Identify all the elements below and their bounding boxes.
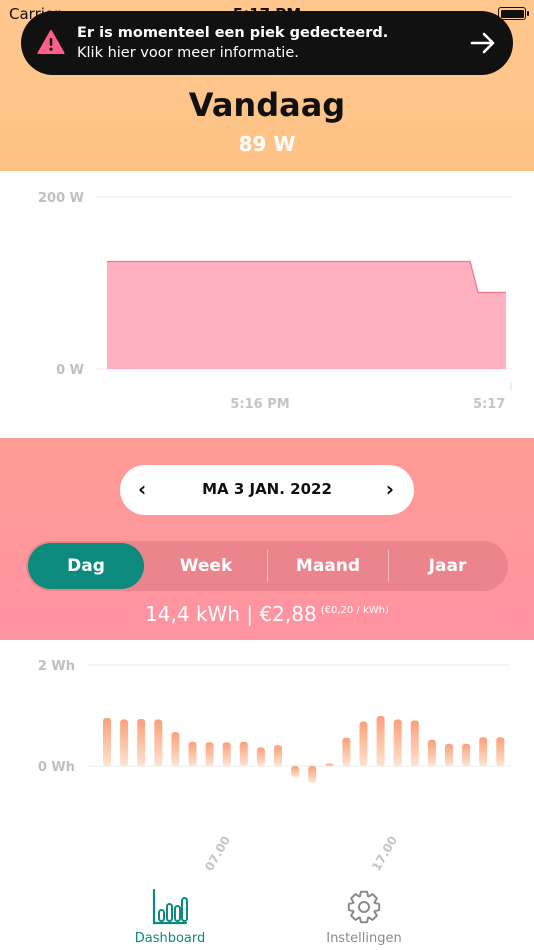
warning-icon [37,30,65,54]
x-tick-label: 07.00 [202,834,233,874]
period-controls: ‹ MA 3 JAN. 2022 › Dag Week Maand Jaar 1… [0,438,534,640]
energy-bar [188,741,197,766]
tab-dashboard-label: Dashboard [134,931,206,946]
y-tick-label: 200 W [38,191,84,206]
banner-subtitle: Klik hier voor meer informatie. [77,45,299,61]
energy-bar [410,720,419,766]
energy-bar [393,719,402,766]
energy-bar [445,743,453,766]
energy-bar [291,766,300,778]
banner-title: Er is momenteel een piek gedecteerd. [77,25,389,41]
energy-bar [462,743,471,766]
page-title: Vandaag [188,86,346,124]
power-area [107,261,506,369]
energy-bar [308,766,317,783]
energy-bar [171,732,180,766]
tab-instellingen[interactable]: Instellingen [294,888,434,946]
next-date-button[interactable]: › [386,477,394,501]
tab-maand[interactable]: Maand [268,541,388,591]
x-tick-label: 17.00 [369,834,400,874]
live-power-chart: 200 W0 W 5:16 PM 5:17 PM [0,171,534,438]
energy-bar [239,741,248,766]
energy-bar [154,719,163,766]
energy-bar [222,742,231,766]
tab-bar: Dashboard Instellingen [0,880,534,950]
hourly-energy-chart: 2 Wh 0 Wh 07.00 17.00 [0,640,534,880]
energy-bar [205,742,214,766]
energy-rate: (€0,20 / kWh) [320,605,389,616]
energy-total: 14,4 kWh | €2,88 [145,602,317,626]
y-tick-label: 0 W [56,363,84,378]
tab-week[interactable]: Week [146,541,266,591]
period-segmented-control: Dag Week Maand Jaar [26,541,508,591]
energy-summary: 14,4 kWh | €2,88 (€0,20 / kWh) [0,602,534,626]
x-tick-label: 5:16 PM [230,397,289,412]
energy-bar [359,721,368,766]
energy-bar [479,737,488,766]
arrow-right-icon[interactable] [469,29,497,57]
energy-bar [137,719,146,766]
current-power-value: 89 W [238,132,296,156]
energy-bar [274,745,282,766]
energy-bar [496,737,505,766]
tab-instellingen-label: Instellingen [326,931,402,946]
energy-bar [103,718,111,766]
energy-bar [120,719,129,766]
tab-dashboard[interactable]: Dashboard [100,888,240,946]
peak-alert-banner[interactable]: Er is momenteel een piek gedecteerd. Kli… [21,11,513,75]
hourly-energy-chart-svg: 2 Wh 0 Wh 07.00 17.00 [38,659,510,874]
y-tick-label: 0 Wh [38,760,75,775]
gear-icon [347,890,381,924]
live-power-chart-svg: 200 W0 W5:16 PM 5:17 PM [38,191,534,421]
energy-bar [256,747,265,766]
chart-clip [508,391,534,421]
date-label: MA 3 JAN. 2022 [202,480,332,498]
y-tick-label: 2 Wh [38,659,75,674]
tab-jaar[interactable]: Jaar [389,541,506,591]
energy-bar [325,763,334,767]
energy-bar [342,737,351,766]
energy-bar [427,739,436,766]
tab-dag[interactable]: Dag [28,543,144,589]
date-selector: ‹ MA 3 JAN. 2022 › [120,465,414,515]
bar-chart-icon [152,888,188,925]
energy-bar [376,716,385,766]
